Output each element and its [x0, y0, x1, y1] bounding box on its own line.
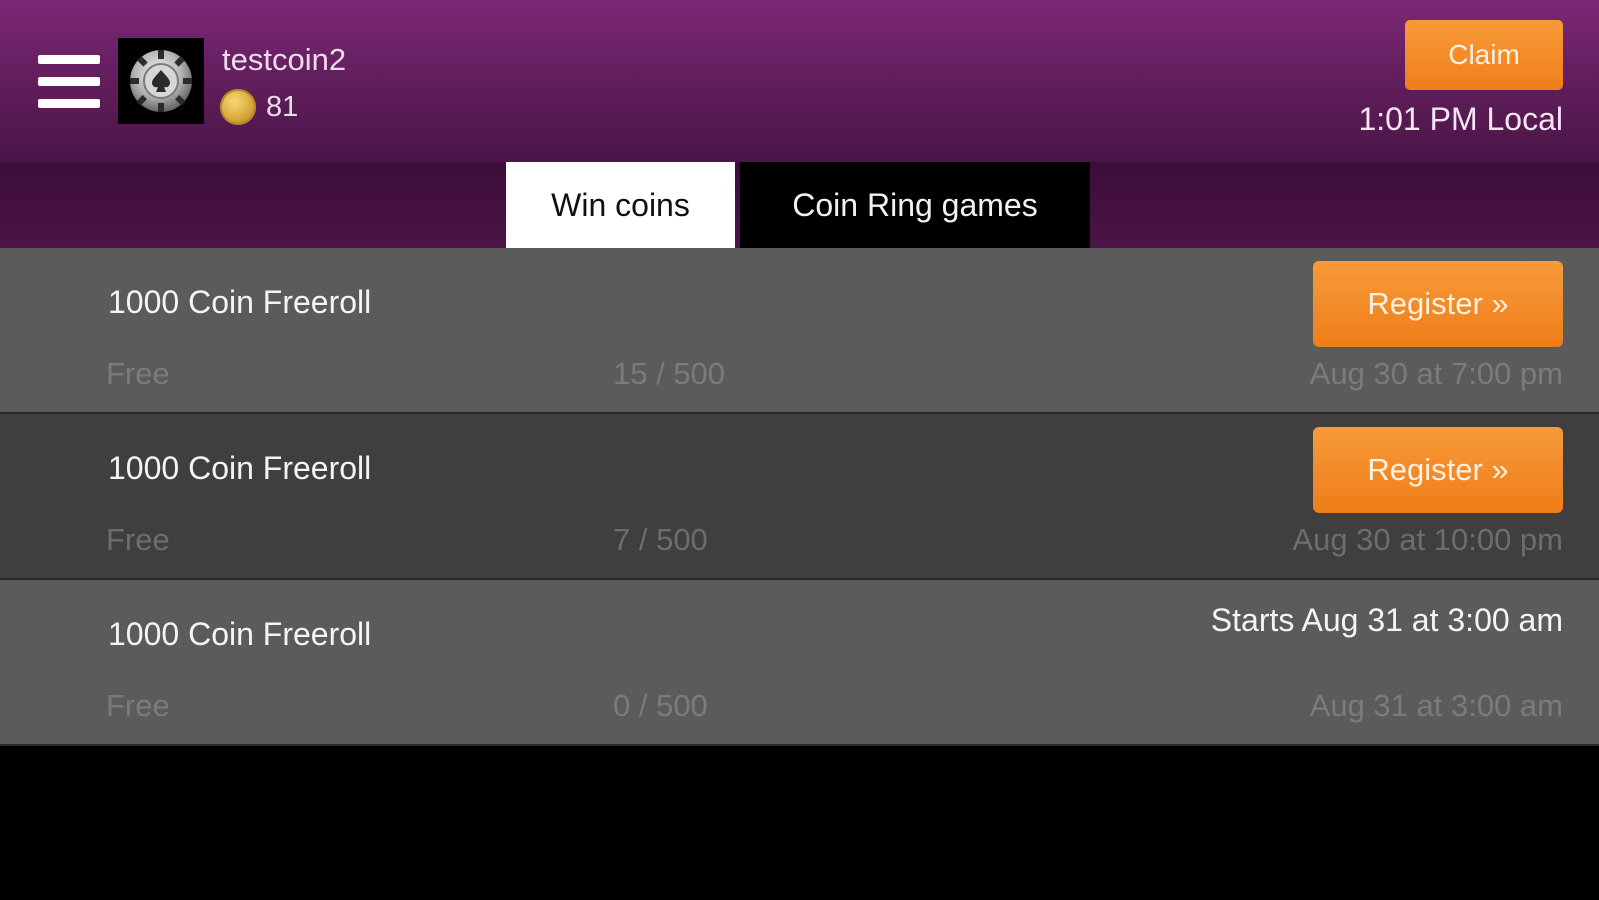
tournament-fee: Free	[106, 688, 170, 723]
tab-coin-ring-games[interactable]: Coin Ring games	[740, 162, 1090, 248]
local-time: 1:01 PM Local	[1358, 101, 1563, 137]
register-button[interactable]: Register »	[1313, 261, 1563, 347]
username: testcoin2	[222, 42, 347, 77]
tournament-name: 1000 Coin Freeroll	[108, 616, 372, 652]
tournament-start-status: Starts Aug 31 at 3:00 am	[1210, 602, 1563, 638]
tournament-row[interactable]: 1000 Coin Freeroll Free 7 / 500 Aug 30 a…	[0, 414, 1599, 580]
coin-icon	[220, 89, 256, 125]
tournament-name: 1000 Coin Freeroll	[108, 450, 372, 486]
tournament-list: 1000 Coin Freeroll Free 15 / 500 Aug 30 …	[0, 248, 1599, 746]
tournament-players: 7 / 500	[613, 522, 708, 557]
tab-bar: Win coins Coin Ring games	[0, 162, 1599, 248]
hamburger-menu-icon[interactable]	[38, 55, 100, 111]
top-header: testcoin2 81 Claim 1:01 PM Local	[0, 0, 1599, 162]
coin-balance: 81	[220, 87, 298, 127]
tournament-fee: Free	[106, 522, 170, 557]
tournament-players: 15 / 500	[613, 356, 726, 391]
poker-chip-avatar-icon	[130, 50, 192, 112]
coin-count: 81	[266, 90, 299, 123]
tournament-fee: Free	[106, 356, 170, 391]
menu-bar	[38, 77, 100, 86]
tournament-row[interactable]: 1000 Coin Freeroll Starts Aug 31 at 3:00…	[0, 580, 1599, 746]
avatar[interactable]	[118, 38, 204, 124]
menu-bar	[38, 99, 100, 108]
app-root: testcoin2 81 Claim 1:01 PM Local Win coi…	[0, 0, 1599, 900]
tournament-row[interactable]: 1000 Coin Freeroll Free 15 / 500 Aug 30 …	[0, 248, 1599, 414]
tournament-players: 0 / 500	[613, 688, 708, 723]
tournament-time: Aug 30 at 7:00 pm	[1309, 356, 1563, 391]
register-button[interactable]: Register »	[1313, 427, 1563, 513]
claim-button[interactable]: Claim	[1405, 20, 1563, 90]
tournament-name: 1000 Coin Freeroll	[108, 284, 372, 320]
tournament-time: Aug 31 at 3:00 am	[1309, 688, 1563, 723]
tab-win-coins[interactable]: Win coins	[506, 162, 735, 248]
menu-bar	[38, 55, 100, 64]
tournament-time: Aug 30 at 10:00 pm	[1292, 522, 1563, 557]
